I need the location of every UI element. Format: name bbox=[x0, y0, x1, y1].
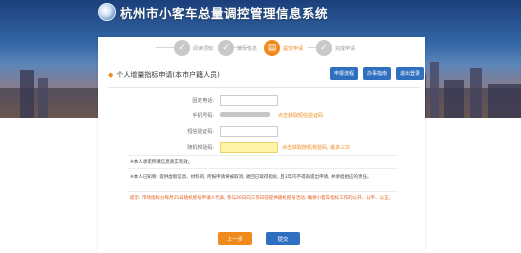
check-icon: ✓ bbox=[316, 40, 332, 56]
progress-steps: ✓ 阅读须知 ✓ 填写信息 ▤ 提交申请 ✓ 完成申请 bbox=[98, 37, 425, 59]
landline-input[interactable] bbox=[220, 95, 278, 106]
flow-button[interactable]: 申报流程 bbox=[330, 67, 359, 80]
field-label: 手机号码: bbox=[192, 113, 214, 119]
application-card: ✓ 阅读须知 ✓ 填写信息 ▤ 提交申请 ✓ 完成申请 ◆ 个人增量指标申请(本… bbox=[98, 37, 425, 253]
mobile-number-value bbox=[220, 112, 274, 119]
form-header: ◆ 个人增量指标申请(本市户籍人员) 申报流程 办事指南 退出登录 bbox=[108, 67, 425, 81]
section-marker-icon: ◆ bbox=[108, 71, 114, 79]
check-icon: ✓ bbox=[218, 40, 234, 56]
field-label: 短信验证码: bbox=[187, 129, 214, 135]
submit-button[interactable]: 提交 bbox=[266, 232, 300, 245]
sms-code-input[interactable] bbox=[220, 126, 278, 137]
notes-divider bbox=[128, 168, 398, 169]
mobile-row: 手机号码: 点击获取短信验证码 bbox=[138, 110, 323, 121]
commitment-note: ※本人承诺所填信息真实有效。 bbox=[130, 160, 193, 165]
previous-step-button[interactable]: 上一步 bbox=[218, 232, 252, 245]
step-label: 阅读须知 bbox=[193, 45, 214, 52]
random-code-input[interactable] bbox=[220, 142, 278, 153]
site-logo-icon bbox=[98, 3, 116, 21]
random-code-row: 随机校验码: 点击获取随机校验码, 最多三次 bbox=[138, 142, 350, 153]
site-branding: 杭州市小客车总量调控管理信息系统 bbox=[98, 2, 328, 22]
step-complete: ✓ 完成申请 bbox=[316, 39, 355, 57]
get-random-code-link[interactable]: 点击获取随机校验码, 最多三次 bbox=[282, 144, 350, 151]
check-icon: ✓ bbox=[174, 40, 190, 56]
step-label: 填写信息 bbox=[237, 45, 258, 52]
step-read-notice: ✓ 阅读须知 bbox=[174, 39, 213, 57]
field-label: 固定电话: bbox=[192, 98, 214, 104]
form-icon: ▤ bbox=[264, 40, 280, 56]
step-submit-application: ▤ 提交申请 bbox=[264, 39, 303, 57]
guide-button[interactable]: 办事指南 bbox=[363, 67, 392, 80]
field-label: 随机校验码: bbox=[187, 145, 214, 151]
site-title: 杭州市小客车总量调控管理信息系统 bbox=[120, 5, 329, 21]
header-divider bbox=[108, 87, 420, 88]
logout-button[interactable]: 退出登录 bbox=[396, 67, 425, 80]
get-sms-code-link[interactable]: 点击获取短信验证码 bbox=[278, 112, 323, 119]
landline-row: 固定电话: bbox=[138, 95, 278, 106]
form-title: 个人增量指标申请(本市户籍人员) bbox=[116, 71, 220, 79]
notes-divider bbox=[128, 155, 398, 156]
step-label: 完成申请 bbox=[335, 45, 356, 52]
step-connector bbox=[156, 47, 174, 48]
step-fill-info: ✓ 填写信息 bbox=[218, 39, 257, 57]
acknowledgement-note: ※本人已知晓: 提供虚假信息、材料的, 所报申请将被取消, 收回已取得指标, 且… bbox=[130, 175, 372, 180]
notes-divider bbox=[128, 191, 398, 192]
step-label: 提交申请 bbox=[283, 45, 304, 52]
tip-note: 提示: 市场指标分每月25日随机摇号申请人代表, 参与26日向工作日前提供随机摇… bbox=[130, 196, 394, 201]
masked-value bbox=[220, 112, 270, 117]
sms-code-row: 短信验证码: bbox=[138, 126, 278, 137]
